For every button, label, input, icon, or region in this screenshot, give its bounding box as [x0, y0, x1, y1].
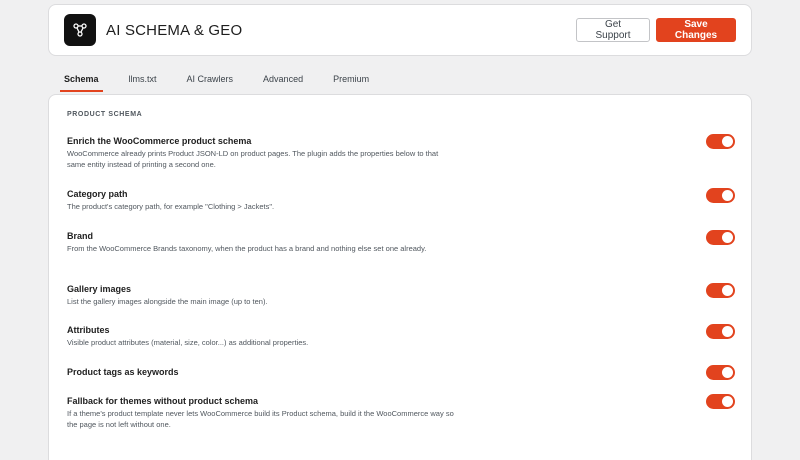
toggle-category-path[interactable] — [706, 188, 735, 203]
setting-label: Fallback for themes without product sche… — [67, 396, 259, 406]
toggle-knob — [722, 367, 733, 378]
toggle-brand[interactable] — [706, 230, 735, 245]
setting-label: Gallery images — [67, 284, 132, 294]
setting-enrich-product-schema: Enrich the WooCommerce product schema Wo… — [67, 134, 735, 170]
setting-description: Visible product attributes (material, si… — [67, 338, 309, 347]
tab-advanced[interactable]: Advanced — [259, 72, 307, 92]
toggle-attributes[interactable] — [706, 324, 735, 339]
toggle-knob — [722, 396, 733, 407]
setting-label: Enrich the WooCommerce product schema — [67, 136, 252, 146]
setting-description: If a theme's product template never lets… — [67, 409, 454, 429]
get-support-button[interactable]: Get Support — [576, 18, 650, 42]
toggle-knob — [722, 326, 733, 337]
toggle-knob — [722, 190, 733, 201]
setting-attributes: Attributes Visible product attributes (m… — [67, 324, 735, 348]
toggle-gallery-images[interactable] — [706, 283, 735, 298]
setting-brand: Brand From the WooCommerce Brands taxono… — [67, 230, 735, 254]
settings-tabs: Schema llms.txt AI Crawlers Advanced Pre… — [60, 72, 395, 92]
setting-description: The product's category path, for example… — [67, 202, 275, 211]
toggle-enrich-product-schema[interactable] — [706, 134, 735, 149]
toggle-knob — [722, 136, 733, 147]
toggle-fallback-themes[interactable] — [706, 394, 735, 409]
section-title: PRODUCT SCHEMA — [67, 111, 143, 118]
setting-label: Attributes — [67, 325, 110, 335]
save-changes-button[interactable]: Save Changes — [656, 18, 736, 42]
header-actions: Get Support Save Changes — [576, 18, 736, 42]
setting-label: Product tags as keywords — [67, 367, 179, 377]
setting-fallback-themes: Fallback for themes without product sche… — [67, 394, 735, 430]
setting-gallery-images: Gallery images List the gallery images a… — [67, 283, 735, 307]
setting-category-path: Category path The product's category pat… — [67, 188, 735, 212]
app-header: AI SCHEMA & GEO Get Support Save Changes — [48, 4, 752, 56]
toggle-product-tags-keywords[interactable] — [706, 365, 735, 380]
setting-product-tags-keywords: Product tags as keywords — [67, 365, 735, 380]
setting-description: From the WooCommerce Brands taxonomy, wh… — [67, 244, 427, 253]
tab-schema[interactable]: Schema — [60, 72, 103, 92]
app-title: AI SCHEMA & GEO — [106, 21, 243, 39]
setting-description: WooCommerce already prints Product JSON-… — [67, 149, 439, 169]
toggle-knob — [722, 232, 733, 243]
setting-label: Brand — [67, 231, 94, 241]
settings-panel: PRODUCT SCHEMA Enrich the WooCommerce pr… — [48, 94, 752, 460]
setting-label: Category path — [67, 189, 128, 199]
tab-premium[interactable]: Premium — [329, 72, 373, 92]
toggle-knob — [722, 285, 733, 296]
tab-ai-crawlers[interactable]: AI Crawlers — [183, 72, 238, 92]
tab-llms-txt[interactable]: llms.txt — [125, 72, 161, 92]
share-nodes-icon — [64, 14, 96, 46]
setting-description: List the gallery images alongside the ma… — [67, 297, 268, 306]
